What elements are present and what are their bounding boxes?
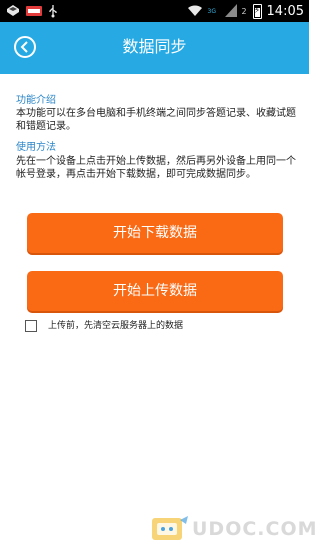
usage-text: 先在一个设备上点击开始上传数据，然后再另外设备上用同一个帐号登录，再点击开始下载… — [16, 156, 296, 180]
usage-heading: 使用方法 — [16, 142, 56, 153]
intro-heading: 功能介绍 — [16, 95, 56, 106]
clear-cloud-option[interactable]: 上传前，先清空云服务器上的数据 — [25, 320, 183, 332]
sim-slot-label: 2 — [241, 6, 247, 16]
clear-cloud-label: 上传前，先清空云服务器上的数据 — [48, 321, 184, 331]
watermark: UDOC.COM — [150, 512, 317, 546]
status-bar-system: 3G 2 ⚡ 14:05 — [187, 2, 304, 21]
download-data-button[interactable]: 开始下载数据 — [27, 213, 283, 253]
upload-data-button[interactable]: 开始上传数据 — [27, 271, 283, 311]
title-bar: 数据同步 — [0, 22, 309, 74]
status-time: 14:05 — [266, 3, 304, 19]
watermark-text: UDOC.COM — [192, 518, 318, 540]
network-type-label: 3G — [207, 7, 216, 15]
app-badge-icon — [26, 3, 42, 22]
wifi-icon — [187, 2, 203, 21]
status-bar: 3G 2 ⚡ 14:05 — [0, 0, 309, 22]
signal-icon — [224, 2, 237, 21]
battery-icon: ⚡ — [252, 4, 262, 19]
intro-text: 本功能可以在多台电脑和手机终端之间同步答题记录、收藏试题和错题记录。 — [16, 108, 296, 132]
page-title: 数据同步 — [122, 37, 187, 56]
clear-cloud-checkbox[interactable] — [25, 320, 37, 332]
status-bar-notifications — [6, 3, 58, 22]
usb-icon — [48, 3, 58, 22]
app-notification-icon — [6, 3, 20, 22]
